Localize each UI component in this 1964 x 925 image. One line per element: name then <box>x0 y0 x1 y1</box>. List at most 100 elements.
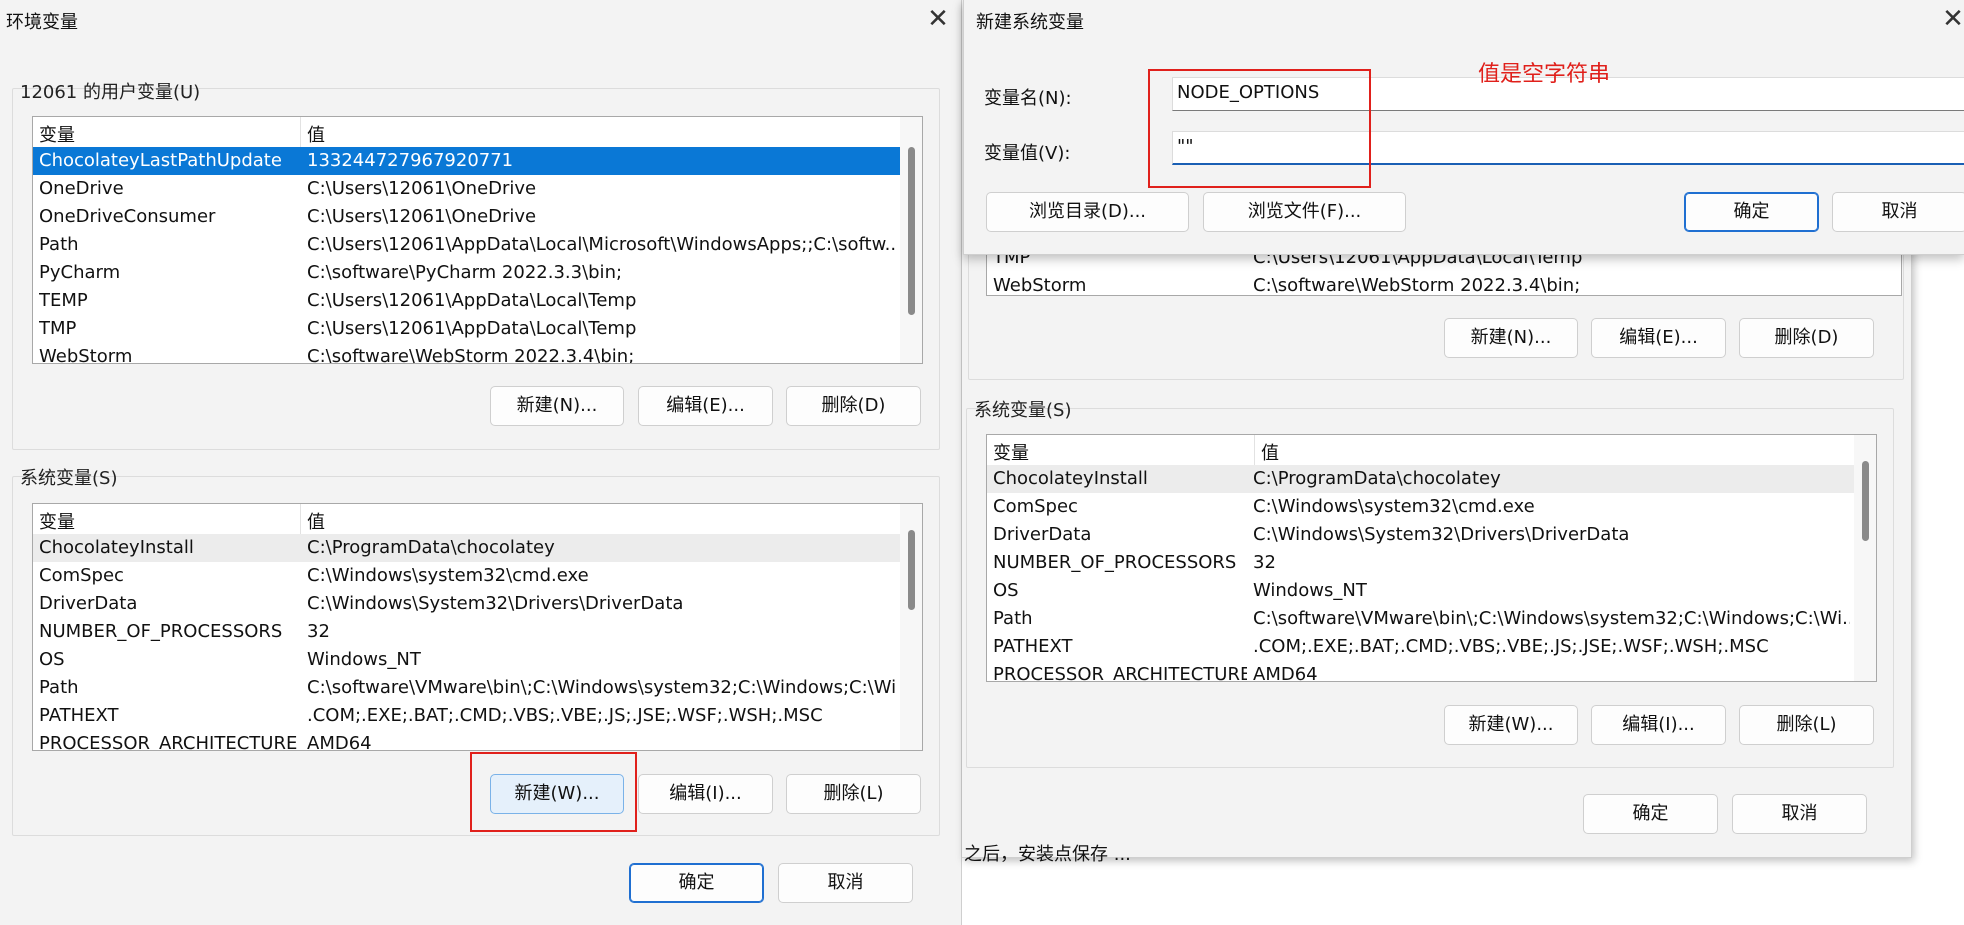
system-new-button[interactable]: 新建(W)... <box>1444 705 1578 745</box>
ok-button[interactable]: 确定 <box>629 863 764 903</box>
user-edit-button[interactable]: 编辑(E)... <box>638 386 773 426</box>
table-row[interactable]: ComSpec C:\Windows\system32\cmd.exe <box>987 493 1854 521</box>
table-row[interactable]: DriverData C:\Windows\System32\Drivers\Dr… <box>987 521 1854 549</box>
variable-value-cell: C:\ProgramData\chocolatey <box>307 537 555 558</box>
cancel-button[interactable]: 取消 <box>778 863 913 903</box>
variable-name-cell: Path <box>39 677 79 698</box>
cancel-button[interactable]: 取消 <box>1732 794 1867 834</box>
user-vars-group <box>968 250 1904 380</box>
table-row[interactable]: TEMP C:\Users\12061\AppData\Local\Temp <box>33 287 900 315</box>
column-divider <box>300 117 301 147</box>
variable-name-cell: ChocolateyInstall <box>993 468 1148 489</box>
user-vars-rows: ChocolateyLastPathUpdate 1332447279679207… <box>33 147 900 363</box>
scrollbar[interactable] <box>900 504 922 750</box>
title-bar: 环境变量 ✕ <box>0 0 961 40</box>
variable-name-cell: TEMP <box>39 290 88 311</box>
variable-name-cell: ComSpec <box>993 496 1078 517</box>
scroll-thumb[interactable] <box>1862 461 1869 541</box>
table-row[interactable]: OneDriveConsumer C:\Users\12061\OneDrive <box>33 203 900 231</box>
variable-name-cell: TMP <box>39 318 77 339</box>
variable-name-cell: Path <box>39 234 79 255</box>
column-divider <box>300 504 301 534</box>
system-vars-group-label: 系统变量(S) <box>20 468 118 489</box>
column-header-variable[interactable]: 变量 <box>39 508 75 534</box>
scrollbar[interactable] <box>1854 435 1876 681</box>
table-row[interactable]: ChocolateyInstall C:\ProgramData\chocolat… <box>33 534 900 562</box>
user-edit-button[interactable]: 编辑(E)... <box>1591 318 1726 358</box>
system-vars-list[interactable]: 变量 值 ChocolateyInstall C:\ProgramData\cho… <box>986 434 1877 682</box>
browse-directory-button[interactable]: 浏览目录(D)... <box>986 192 1189 232</box>
scrollbar[interactable] <box>900 117 922 363</box>
table-row[interactable]: OS Windows_NT <box>33 646 900 674</box>
variable-name-cell: OS <box>993 580 1019 601</box>
table-row[interactable]: OS Windows_NT <box>987 577 1854 605</box>
list-header: 变量 值 <box>33 504 900 534</box>
user-delete-button[interactable]: 删除(D) <box>786 386 921 426</box>
column-header-variable[interactable]: 变量 <box>993 439 1029 465</box>
column-header-variable[interactable]: 变量 <box>39 121 75 147</box>
variable-value-cell: C:\software\VMware\bin\;C:\Windows\syste… <box>307 677 896 698</box>
variable-name-cell: PyCharm <box>39 262 121 283</box>
variable-value-cell: C:\ProgramData\chocolatey <box>1253 468 1501 489</box>
table-row[interactable]: DriverData C:\Windows\System32\Drivers\Dr… <box>33 590 900 618</box>
table-row[interactable]: PyCharm C:\software\PyCharm 2022.3.3\bin; <box>33 259 900 287</box>
close-icon[interactable]: ✕ <box>923 4 953 34</box>
table-row[interactable]: PATHEXT .COM;.EXE;.BAT;.CMD;.VBS;.VBE;.JS… <box>33 702 900 730</box>
close-icon[interactable]: ✕ <box>1938 4 1964 34</box>
variable-value-cell: C:\software\WebStorm 2022.3.4\bin; <box>307 346 635 363</box>
user-new-button[interactable]: 新建(N)... <box>1444 318 1578 358</box>
variable-value-cell: Windows_NT <box>1253 580 1367 601</box>
variable-value-cell: 32 <box>1253 552 1276 573</box>
system-vars-rows: ChocolateyInstall C:\ProgramData\chocolat… <box>987 465 1854 681</box>
table-row[interactable]: PATHEXT .COM;.EXE;.BAT;.CMD;.VBS;.VBE;.JS… <box>987 633 1854 661</box>
table-row[interactable]: Path C:\software\VMware\bin\;C:\Windows\s… <box>33 674 900 702</box>
variable-value-label: 变量值(V): <box>984 143 1071 164</box>
highlight-box <box>470 752 637 832</box>
table-row[interactable]: WebStorm C:\software\WebStorm 2022.3.4\bi… <box>33 343 900 363</box>
column-divider <box>1254 435 1255 465</box>
table-row[interactable]: TMP C:\Users\12061\AppData\Local\Temp <box>33 315 900 343</box>
table-row[interactable]: PROCESSOR_ARCHITECTURE AMD64 <box>33 730 900 750</box>
variable-value-cell: C:\Windows\system32\cmd.exe <box>1253 496 1535 517</box>
user-delete-button[interactable]: 删除(D) <box>1739 318 1874 358</box>
ok-button[interactable]: 确定 <box>1684 192 1819 232</box>
variable-name-cell: ComSpec <box>39 565 124 586</box>
table-row[interactable]: NUMBER_OF_PROCESSORS 32 <box>987 549 1854 577</box>
scroll-thumb[interactable] <box>908 147 915 315</box>
table-row[interactable]: Path C:\Users\12061\AppData\Local\Microso… <box>33 231 900 259</box>
user-vars-group-label: 12061 的用户变量(U) <box>20 82 201 103</box>
system-vars-list[interactable]: 变量 值 ChocolateyInstall C:\ProgramData\cho… <box>32 503 923 751</box>
variable-value-cell: .COM;.EXE;.BAT;.CMD;.VBS;.VBE;.JS;.JSE;.… <box>1253 636 1769 657</box>
variable-name-cell: PATHEXT <box>39 705 119 726</box>
table-row[interactable]: ChocolateyInstall C:\ProgramData\chocolat… <box>987 465 1854 493</box>
list-header: 变量 值 <box>987 435 1854 465</box>
variable-name-cell: OneDriveConsumer <box>39 206 216 227</box>
variable-name-cell: PATHEXT <box>993 636 1073 657</box>
variable-value-cell: Windows_NT <box>307 649 421 670</box>
user-vars-list[interactable]: 变量 值 ChocolateyLastPathUpdate 13324472796… <box>32 116 923 364</box>
column-header-value[interactable]: 值 <box>307 508 325 534</box>
ok-button[interactable]: 确定 <box>1583 794 1718 834</box>
table-row[interactable]: PROCESSOR_ARCHITECTURE AMD64 <box>987 661 1854 681</box>
table-row[interactable]: ChocolateyLastPathUpdate 1332447279679207… <box>33 147 900 175</box>
system-edit-button[interactable]: 编辑(I)... <box>638 774 773 814</box>
table-row[interactable]: ComSpec C:\Windows\system32\cmd.exe <box>33 562 900 590</box>
table-row[interactable]: OneDrive C:\Users\12061\OneDrive <box>33 175 900 203</box>
system-delete-button[interactable]: 删除(L) <box>1739 705 1874 745</box>
variable-value-cell: .COM;.EXE;.BAT;.CMD;.VBS;.VBE;.JS;.JSE;.… <box>307 705 823 726</box>
table-row[interactable]: NUMBER_OF_PROCESSORS 32 <box>33 618 900 646</box>
browse-file-button[interactable]: 浏览文件(F)... <box>1203 192 1406 232</box>
table-row[interactable]: Path C:\software\VMware\bin\;C:\Windows\s… <box>987 605 1854 633</box>
cancel-button[interactable]: 取消 <box>1832 192 1964 232</box>
title-bar: 新建系统变量 ✕ <box>964 0 1964 40</box>
system-edit-button[interactable]: 编辑(I)... <box>1591 705 1726 745</box>
system-vars-rows: ChocolateyInstall C:\ProgramData\chocolat… <box>33 534 900 750</box>
variable-name-cell: PROCESSOR_ARCHITECTURE <box>39 733 298 750</box>
variable-value-cell: C:\Users\12061\OneDrive <box>307 206 537 227</box>
background-text: 之后，安装点保存 ... <box>964 844 1131 865</box>
scroll-thumb[interactable] <box>908 530 915 610</box>
user-new-button[interactable]: 新建(N)... <box>490 386 624 426</box>
column-header-value[interactable]: 值 <box>1261 439 1279 465</box>
column-header-value[interactable]: 值 <box>307 121 325 147</box>
system-delete-button[interactable]: 删除(L) <box>786 774 921 814</box>
